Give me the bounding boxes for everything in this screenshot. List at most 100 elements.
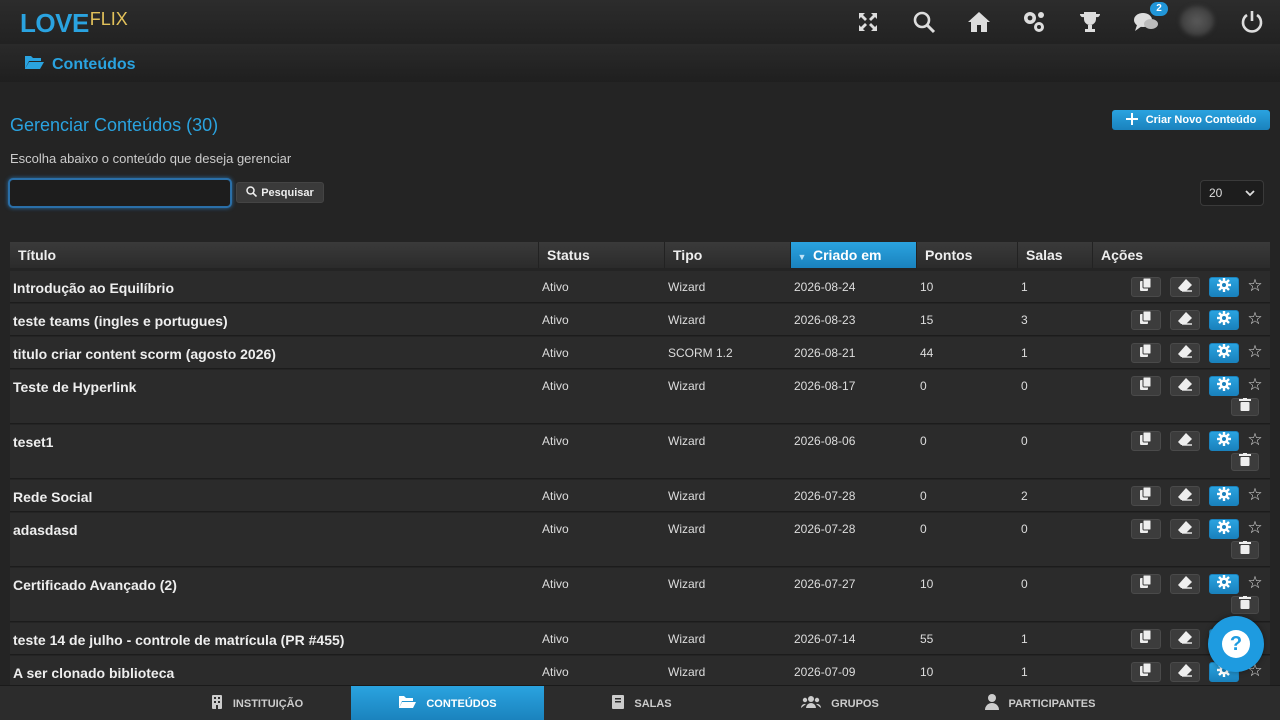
star-icon[interactable]: ☆ — [1246, 431, 1264, 449]
row-rooms: 3 — [1021, 313, 1028, 327]
settings-button[interactable] — [1209, 574, 1239, 594]
settings-button[interactable] — [1209, 310, 1239, 330]
search-button[interactable]: Pesquisar — [236, 182, 324, 203]
clear-button[interactable] — [1170, 343, 1200, 363]
row-title[interactable]: teste teams (ingles e portugues) — [13, 313, 228, 329]
duplicate-button[interactable] — [1131, 376, 1161, 396]
column-rooms[interactable]: Salas — [1018, 242, 1093, 268]
row-points: 0 — [920, 434, 927, 448]
delete-button[interactable] — [1231, 398, 1259, 416]
trash-icon — [1239, 453, 1251, 471]
star-icon[interactable]: ☆ — [1246, 310, 1264, 328]
table-row[interactable]: Introdução ao Equilíbrio Ativo Wizard 2026-… — [10, 271, 1270, 303]
logo[interactable]: LOVEFLIX — [20, 8, 128, 39]
settings-button[interactable] — [1209, 431, 1239, 451]
top-bar: LOVEFLIX 2 — [0, 0, 1280, 44]
table-row[interactable]: titulo criar content scorm (agosto 2026)… — [10, 337, 1270, 369]
star-icon[interactable]: ☆ — [1246, 277, 1264, 295]
chat-icon[interactable]: 2 — [1132, 2, 1168, 36]
per-page-select[interactable]: 20 — [1200, 180, 1264, 206]
duplicate-button[interactable] — [1131, 277, 1161, 297]
row-title[interactable]: A ser clonado biblioteca — [13, 665, 174, 681]
duplicate-button[interactable] — [1131, 310, 1161, 330]
nav-item-0[interactable]: INSTITUIÇÃO — [182, 686, 332, 720]
row-title[interactable]: Introdução ao Equilíbrio — [13, 280, 174, 296]
fullscreen-icon[interactable] — [854, 8, 882, 36]
duplicate-button[interactable] — [1131, 431, 1161, 451]
nav-item-2[interactable]: SALAS — [544, 686, 740, 720]
clear-button[interactable] — [1170, 519, 1200, 539]
row-title[interactable]: adasdasd — [13, 522, 78, 538]
copy-icon — [1139, 277, 1153, 297]
clear-button[interactable] — [1170, 629, 1200, 649]
delete-button[interactable] — [1231, 453, 1259, 471]
row-title[interactable]: Certificado Avançado (2) — [13, 577, 177, 593]
table-row[interactable]: A ser clonado biblioteca Ativo Wizard 2026-… — [10, 656, 1270, 688]
duplicate-button[interactable] — [1131, 343, 1161, 363]
table-row[interactable]: adasdasd Ativo Wizard 2026-07-28 0 0 ☆ — [10, 513, 1270, 567]
clear-button[interactable] — [1170, 574, 1200, 594]
duplicate-button[interactable] — [1131, 629, 1161, 649]
table-row[interactable]: Certificado Avançado (2) Ativo Wizard 2026-… — [10, 568, 1270, 622]
column-type[interactable]: Tipo — [665, 242, 791, 268]
create-content-button[interactable]: Criar Novo Conteúdo — [1112, 110, 1270, 130]
table-row[interactable]: teset1 Ativo Wizard 2026-08-06 0 0 ☆ — [10, 425, 1270, 479]
duplicate-button[interactable] — [1131, 519, 1161, 539]
search-small-icon — [246, 185, 258, 200]
eraser-icon — [1177, 520, 1193, 539]
table-row[interactable]: teste teams (ingles e portugues) Ativo Wiz… — [10, 304, 1270, 336]
settings-button[interactable] — [1209, 343, 1239, 363]
trophy-icon[interactable] — [1076, 8, 1104, 36]
duplicate-button[interactable] — [1131, 662, 1161, 682]
row-created: 2026-08-21 — [794, 346, 856, 360]
duplicate-button[interactable] — [1131, 486, 1161, 506]
row-title[interactable]: teste 14 de julho - controle de matrícul… — [13, 632, 344, 648]
settings-button[interactable] — [1209, 486, 1239, 506]
row-title[interactable]: teset1 — [13, 434, 53, 450]
settings-button[interactable] — [1209, 376, 1239, 396]
clear-button[interactable] — [1170, 662, 1200, 682]
star-icon[interactable]: ☆ — [1246, 519, 1264, 537]
clear-button[interactable] — [1170, 486, 1200, 506]
clear-button[interactable] — [1170, 431, 1200, 451]
avatar[interactable] — [1180, 6, 1214, 36]
delete-button[interactable] — [1231, 541, 1259, 559]
table-header: Título Status Tipo ▼ Criado em Pontos Sal… — [10, 242, 1270, 268]
star-icon[interactable]: ☆ — [1246, 376, 1264, 394]
row-title[interactable]: titulo criar content scorm (agosto 2026) — [13, 346, 276, 362]
settings-button[interactable] — [1209, 277, 1239, 297]
row-status: Ativo — [542, 434, 569, 448]
row-rooms: 1 — [1021, 665, 1028, 679]
row-created: 2026-08-06 — [794, 434, 856, 448]
column-created[interactable]: ▼ Criado em — [791, 242, 917, 268]
search-input[interactable] — [8, 178, 232, 208]
table-row[interactable]: teste 14 de julho - controle de matrícul… — [10, 623, 1270, 655]
column-status[interactable]: Status — [539, 242, 665, 268]
column-points[interactable]: Pontos — [917, 242, 1018, 268]
clear-button[interactable] — [1170, 310, 1200, 330]
table-row[interactable]: Teste de Hyperlink Ativo Wizard 2026-08-17 0… — [10, 370, 1270, 424]
star-icon[interactable]: ☆ — [1246, 343, 1264, 361]
breadcrumb[interactable]: Conteúdos — [24, 54, 136, 75]
table-row[interactable]: Rede Social Ativo Wizard 2026-07-28 0 2 ☆ — [10, 480, 1270, 512]
home-icon[interactable] — [965, 8, 993, 36]
nav-item-4[interactable]: PARTICIPANTES — [940, 686, 1140, 720]
settings-button[interactable] — [1209, 519, 1239, 539]
delete-button[interactable] — [1231, 596, 1259, 614]
power-icon[interactable] — [1238, 8, 1266, 36]
nav-item-3[interactable]: GRUPOS — [740, 686, 940, 720]
star-icon[interactable]: ☆ — [1246, 486, 1264, 504]
clear-button[interactable] — [1170, 376, 1200, 396]
search-icon[interactable] — [910, 8, 938, 36]
create-content-label: Criar Novo Conteúdo — [1145, 114, 1257, 126]
duplicate-button[interactable] — [1131, 574, 1161, 594]
row-title[interactable]: Rede Social — [13, 489, 92, 505]
gear-icon — [1217, 376, 1231, 396]
clear-button[interactable] — [1170, 277, 1200, 297]
column-title[interactable]: Título — [10, 242, 539, 268]
nav-item-1[interactable]: CONTEÚDOS — [351, 686, 544, 720]
row-title[interactable]: Teste de Hyperlink — [13, 379, 136, 395]
star-icon[interactable]: ☆ — [1246, 574, 1264, 592]
settings-icon[interactable] — [1020, 8, 1048, 36]
help-button[interactable]: ? — [1208, 616, 1264, 672]
